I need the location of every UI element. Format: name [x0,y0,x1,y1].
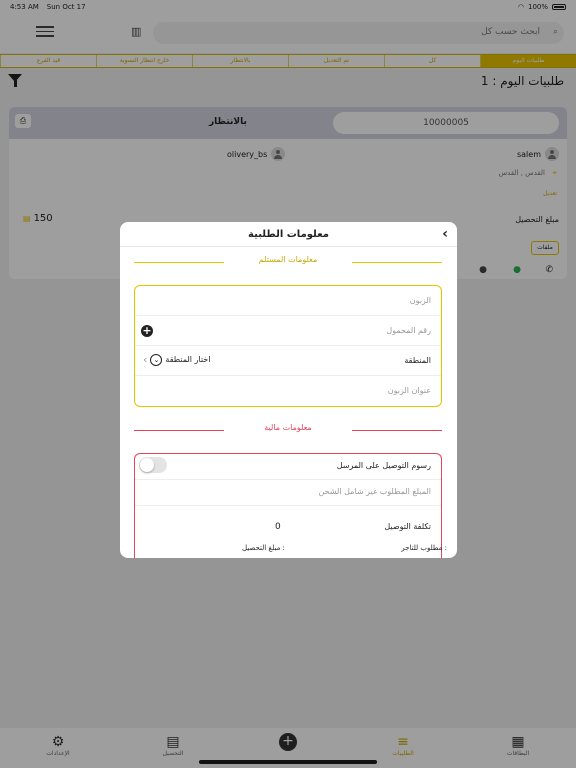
region-select-label: اختار المنطقة [165,355,211,364]
delivery-cost-row: تكلفة التوصيل 0 [135,512,441,542]
region-label: المنطقة [404,356,431,365]
address-placeholder: عنوان الزبون [387,386,431,395]
collection-amount: مبلغ التحصيل : [242,544,285,552]
chevron-left-icon[interactable]: ‹ [442,226,448,242]
modal-footer: مطلوب للتاجر : مبلغ التحصيل : [120,540,457,558]
financial-section-title: معلومات مالية [264,423,312,432]
fees-on-sender-row: رسوم التوصيل على المرسل [135,454,441,480]
receiver-form: الزبون رقم المحمول + المنطقة ‹ ⌄ اختار ا… [134,285,442,407]
add-icon[interactable]: + [141,325,153,337]
financial-section-header: معلومات مالية [134,423,442,437]
amount-field[interactable]: المبلغ المطلوب غير شامل الشحن [135,480,441,506]
mobile-placeholder: رقم المحمول [386,326,431,335]
mobile-field[interactable]: رقم المحمول + [135,316,441,346]
home-indicator [199,760,377,764]
chevron-down-icon: ⌄ [150,353,163,366]
address-field[interactable]: عنوان الزبون [135,376,441,406]
amount-placeholder: المبلغ المطلوب غير شامل الشحن [318,487,431,496]
region-field[interactable]: المنطقة ‹ ⌄ اختار المنطقة [135,346,441,376]
fees-on-sender-toggle[interactable] [139,457,167,473]
modal-title: معلومات الطلبية [120,222,457,247]
chevron-left-icon: ‹ [143,353,148,366]
receiver-section-header: معلومات المستلم [134,255,442,269]
required-for-merchant: مطلوب للتاجر : [401,544,447,552]
customer-placeholder: الزبون [409,296,431,305]
region-select[interactable]: ‹ ⌄ اختار المنطقة [143,353,210,366]
order-info-modal: معلومات الطلبية ‹ معلومات المستلم الزبون… [120,222,457,558]
delivery-cost-label: تكلفة التوصيل [384,522,431,531]
customer-field[interactable]: الزبون [135,286,441,316]
receiver-section-title: معلومات المستلم [258,255,318,264]
fees-on-sender-label: رسوم التوصيل على المرسل [336,461,431,470]
delivery-cost-value: 0 [275,522,281,532]
